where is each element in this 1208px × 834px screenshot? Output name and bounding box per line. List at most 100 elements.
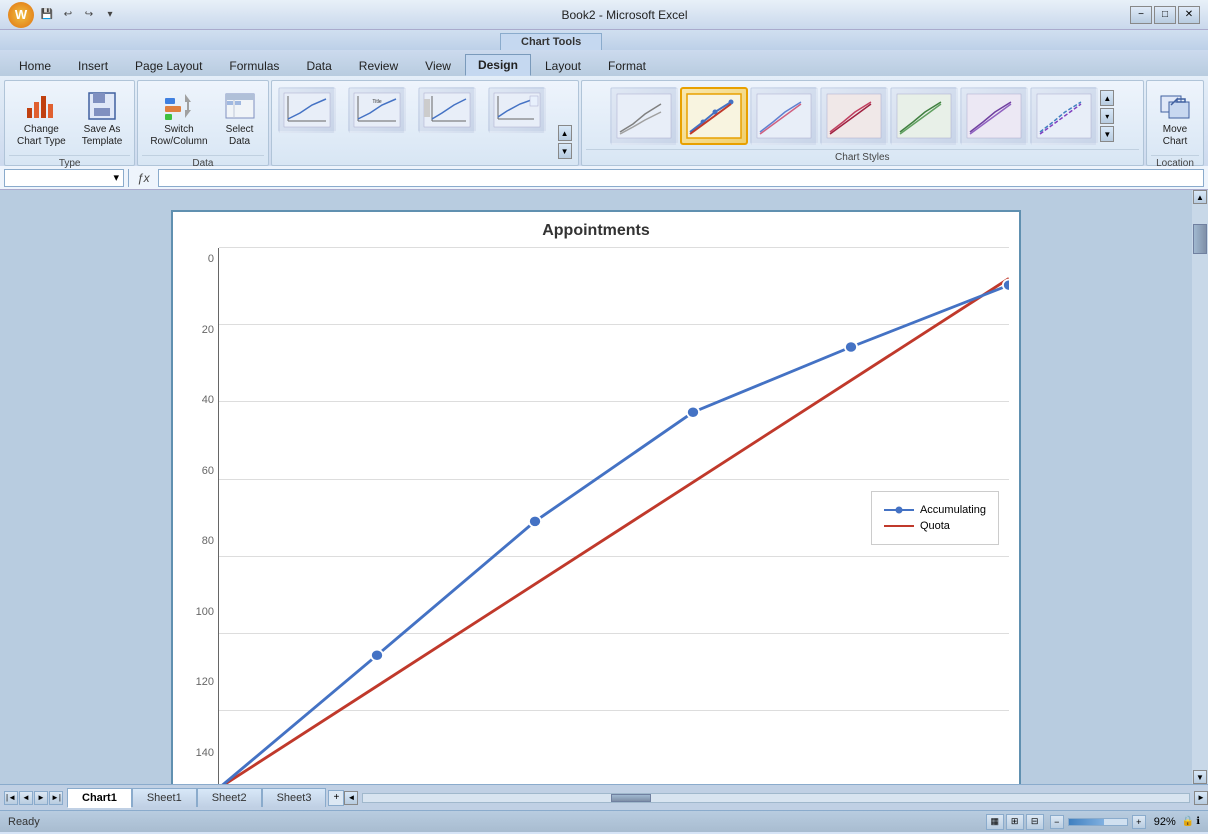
maximize-btn[interactable]: □ — [1154, 6, 1176, 24]
tab-design[interactable]: Design — [465, 54, 531, 76]
formula-input[interactable] — [158, 169, 1204, 187]
tab-page-layout[interactable]: Page Layout — [122, 55, 215, 76]
normal-view-btn[interactable]: ▦ — [986, 814, 1004, 830]
next-sheet-btn[interactable]: ► — [34, 791, 48, 805]
minimize-btn[interactable]: − — [1130, 6, 1152, 24]
save-quick-btn[interactable]: 💾 — [38, 6, 56, 24]
zoom-out-btn[interactable]: − — [1050, 815, 1064, 829]
bottom-scrollbar[interactable]: ◄ ► — [344, 790, 1208, 806]
ribbon-group-chart-layouts: Title — [271, 80, 579, 166]
sheet-tab-sheet3[interactable]: Sheet3 — [262, 788, 327, 807]
prev-sheet-btn[interactable]: ◄ — [19, 791, 33, 805]
style-4[interactable] — [820, 87, 888, 145]
formula-bar: ▾ ƒx — [0, 166, 1208, 190]
tab-insert[interactable]: Insert — [65, 55, 121, 76]
style-3[interactable] — [750, 87, 818, 145]
y-axis-labels: 140 120 100 80 60 40 20 0 — [183, 248, 218, 784]
scroll-up-btn[interactable]: ▲ — [1193, 190, 1207, 204]
chart-title: Appointments — [183, 222, 1009, 240]
window-controls: − □ ✕ — [1130, 6, 1200, 24]
tab-view[interactable]: View — [412, 55, 464, 76]
tab-data[interactable]: Data — [293, 55, 344, 76]
tab-review[interactable]: Review — [346, 55, 411, 76]
change-chart-type-btn[interactable]: ChangeChart Type — [11, 87, 72, 151]
move-chart-icon — [1159, 90, 1191, 122]
style-1[interactable] — [610, 87, 678, 145]
first-sheet-btn[interactable]: |◄ — [4, 791, 18, 805]
scroll-thumb[interactable] — [1193, 224, 1207, 254]
view-btns: ▦ ⊞ ⊟ — [986, 814, 1044, 830]
style-7[interactable] — [1030, 87, 1098, 145]
zoom-in-btn[interactable]: + — [1132, 815, 1146, 829]
switch-row-column-btn[interactable]: SwitchRow/Column — [144, 87, 213, 151]
scroll-left-btn[interactable]: ◄ — [344, 791, 358, 805]
styles-group-label: Chart Styles — [586, 149, 1139, 165]
status-bar: Ready ▦ ⊞ ⊟ − + 92% 🔒 ℹ — [0, 810, 1208, 832]
sheet-tab-sheet2[interactable]: Sheet2 — [197, 788, 262, 807]
chart-type-icon — [25, 90, 57, 122]
ribbon-group-type: ChangeChart Type Save AsTemplate Type — [4, 80, 135, 166]
page-layout-btn[interactable]: ⊞ — [1006, 814, 1024, 830]
scroll-right-btn[interactable]: ► — [1194, 791, 1208, 805]
tab-layout[interactable]: Layout — [532, 55, 594, 76]
sheet-tab-sheet1[interactable]: Sheet1 — [132, 788, 197, 807]
name-box-arrow[interactable]: ▾ — [113, 171, 119, 184]
quick-access: 💾 ↩ ↪ ▾ — [38, 6, 119, 24]
close-btn[interactable]: ✕ — [1178, 6, 1200, 24]
select-data-icon — [224, 90, 256, 122]
style-6[interactable] — [960, 87, 1028, 145]
last-sheet-btn[interactable]: ►| — [49, 791, 63, 805]
tab-format[interactable]: Format — [595, 55, 659, 76]
ribbon-tabs: Home Insert Page Layout Formulas Data Re… — [0, 50, 1208, 76]
app-title: Book2 - Microsoft Excel — [561, 8, 687, 22]
status-right: ▦ ⊞ ⊟ − + 92% 🔒 ℹ — [986, 814, 1200, 830]
undo-btn[interactable]: ↩ — [59, 6, 77, 24]
layout-scroll-down[interactable]: ▼ — [558, 143, 572, 159]
zoom-slider[interactable] — [1068, 818, 1128, 826]
style-5[interactable] — [890, 87, 958, 145]
styles-scroll-expand[interactable]: ▾ — [1100, 108, 1114, 124]
chart-plot-area: Accumulating Quota — [218, 248, 1009, 784]
layout-1[interactable] — [278, 87, 336, 133]
page-break-btn[interactable]: ⊟ — [1026, 814, 1044, 830]
select-data-btn[interactable]: SelectData — [218, 87, 262, 151]
formula-divider — [128, 169, 129, 187]
layout-scroll-up[interactable]: ▲ — [558, 125, 572, 141]
fx-label: ƒx — [133, 171, 154, 185]
location-group-content: MoveChart — [1151, 83, 1199, 155]
right-scrollbar[interactable]: ▲ ▼ — [1192, 190, 1208, 784]
chart-tools-bar: Chart Tools — [0, 30, 1208, 50]
scroll-down-btn[interactable]: ▼ — [1193, 770, 1207, 784]
save-as-template-btn[interactable]: Save AsTemplate — [76, 87, 129, 151]
security-icon: 🔒 — [1182, 816, 1194, 827]
ribbon-group-data: SwitchRow/Column SelectData Data — [137, 80, 268, 166]
save-as-template-label: Save AsTemplate — [82, 124, 123, 148]
styles-scroll-down[interactable]: ▼ — [1100, 126, 1114, 142]
title-bar-left: W 💾 ↩ ↪ ▾ — [8, 2, 119, 28]
y-label-40: 40 — [183, 394, 218, 406]
legend-quota-label: Quota — [920, 520, 950, 532]
dropdown-btn[interactable]: ▾ — [101, 6, 119, 24]
layout-2[interactable]: Title — [348, 87, 406, 133]
sheet-area: Appointments 140 120 100 80 60 40 20 0 — [0, 190, 1192, 784]
move-chart-btn[interactable]: MoveChart — [1153, 87, 1197, 151]
tab-home[interactable]: Home — [6, 55, 64, 76]
legend-quota: Quota — [884, 520, 986, 532]
style-2[interactable] — [680, 87, 748, 145]
styles-scroll: ▲ ▾ ▼ — [1100, 90, 1114, 142]
security-btns: 🔒 ℹ — [1182, 816, 1200, 827]
switch-icon — [163, 90, 195, 122]
insert-sheet-btn[interactable]: + — [328, 790, 344, 806]
sheet-tab-chart1[interactable]: Chart1 — [67, 788, 132, 808]
scroll-thumb-h[interactable] — [611, 794, 651, 802]
layout-3[interactable] — [418, 87, 476, 133]
y-label-100: 100 — [183, 606, 218, 618]
chart-container[interactable]: Appointments 140 120 100 80 60 40 20 0 — [171, 210, 1021, 784]
y-label-60: 60 — [183, 465, 218, 477]
layout-4[interactable] — [488, 87, 546, 133]
redo-btn[interactable]: ↪ — [80, 6, 98, 24]
status-ready: Ready — [8, 816, 40, 828]
styles-scroll-up[interactable]: ▲ — [1100, 90, 1114, 106]
name-box[interactable]: ▾ — [4, 169, 124, 187]
tab-formulas[interactable]: Formulas — [216, 55, 292, 76]
